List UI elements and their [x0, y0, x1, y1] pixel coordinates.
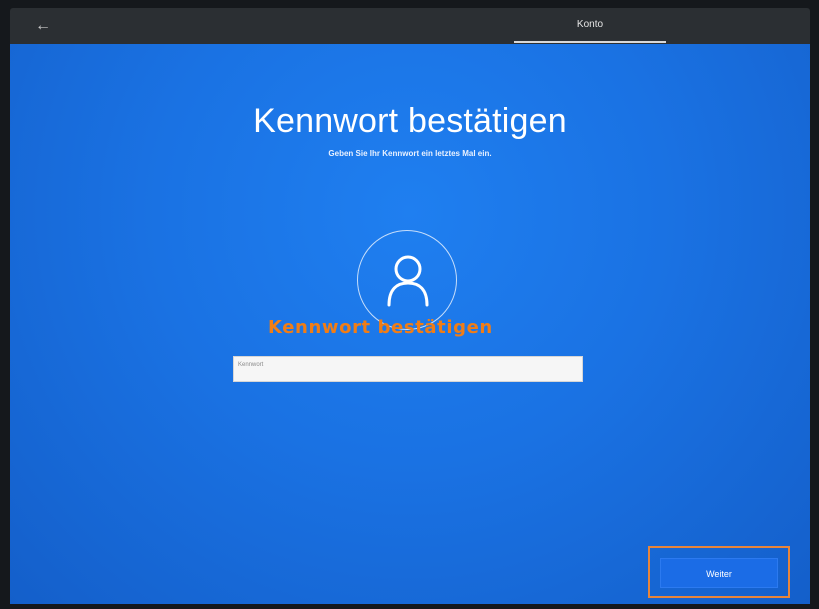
oobe-header-bar: ← Konto — [10, 8, 810, 44]
page-subtitle: Geben Sie Ihr Kennwort ein letztes Mal e… — [328, 149, 492, 158]
password-placeholder: Kennwort — [238, 362, 264, 368]
next-button[interactable]: Weiter — [660, 558, 778, 588]
user-avatar — [357, 230, 457, 330]
page-title: Kennwort bestätigen — [253, 102, 567, 140]
annotation-label: Kennwort bestätigen — [268, 317, 493, 338]
back-arrow-icon[interactable]: ← — [30, 14, 56, 38]
step-indicator-underline — [514, 41, 666, 43]
confirm-password-input[interactable]: Kennwort — [233, 356, 583, 382]
user-icon — [387, 255, 429, 307]
device-frame: ← Konto Kennwort bestätigen Geben Sie Ih… — [0, 0, 819, 609]
step-label-konto: Konto — [576, 19, 604, 30]
